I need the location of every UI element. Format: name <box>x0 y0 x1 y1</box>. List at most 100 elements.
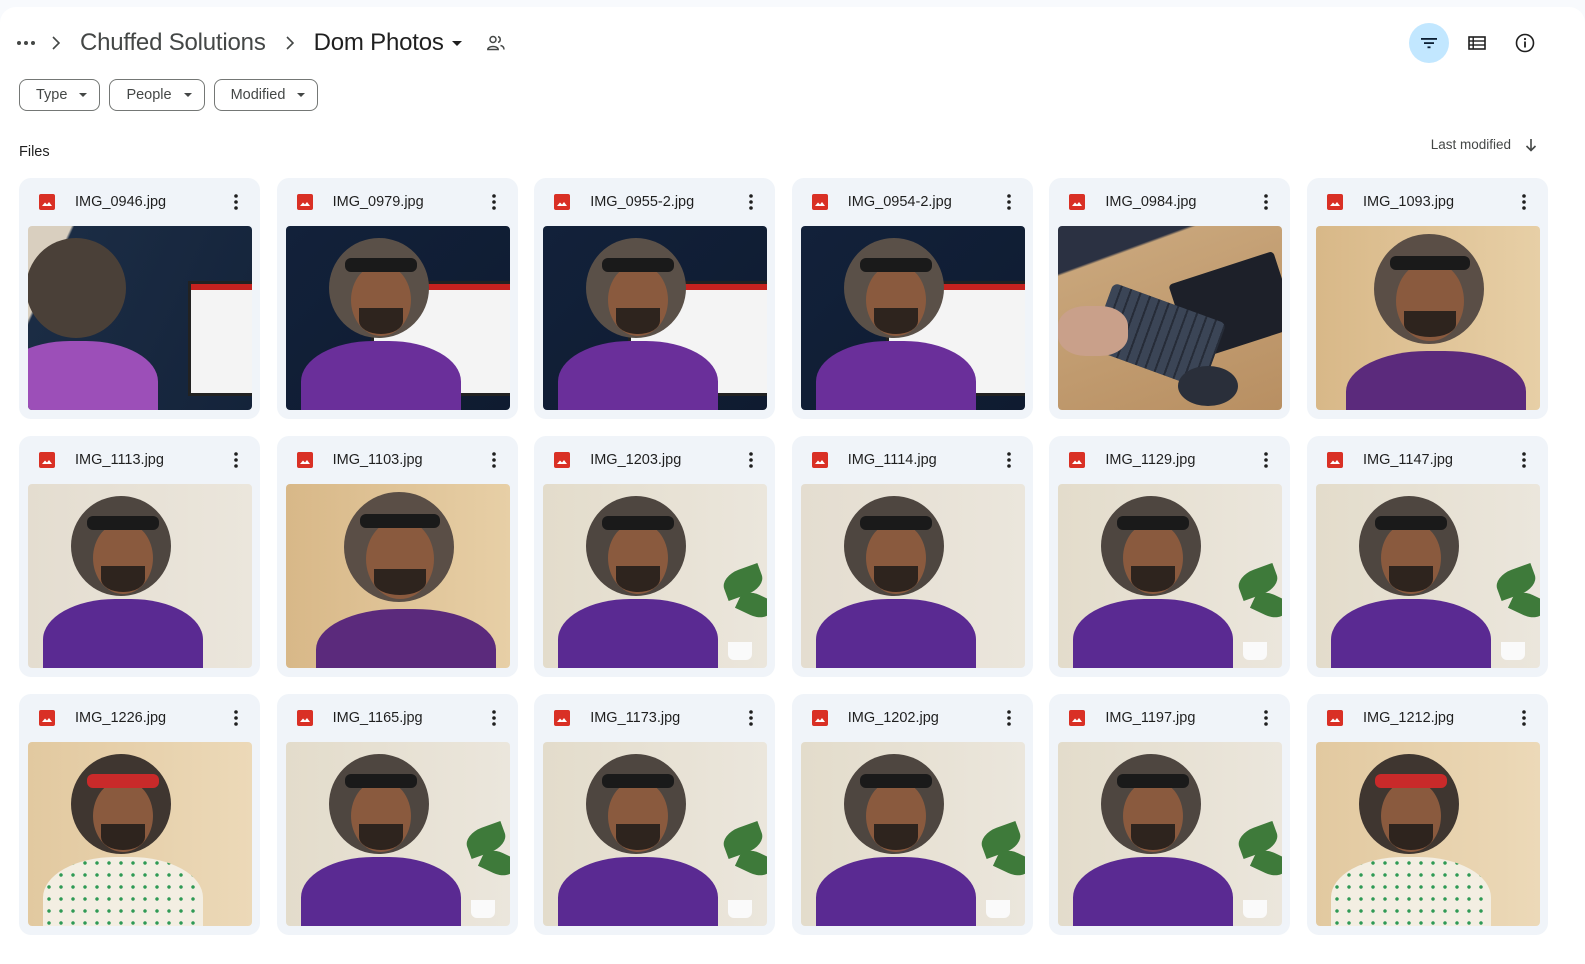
thumbnail-headband <box>1117 516 1190 530</box>
more-actions-button[interactable] <box>478 186 510 218</box>
more-vertical-icon <box>1522 194 1526 210</box>
file-name: IMG_0954-2.jpg <box>847 194 952 210</box>
thumbnail-beard <box>101 566 145 592</box>
file-card-header: IMG_1165.jpg <box>277 694 518 742</box>
file-thumbnail[interactable] <box>543 226 768 410</box>
file-thumbnail[interactable] <box>285 226 510 410</box>
file-card[interactable]: IMG_1202.jpg <box>791 694 1033 935</box>
file-thumbnail[interactable] <box>1315 484 1540 668</box>
more-vertical-icon <box>749 194 753 210</box>
file-thumbnail[interactable] <box>285 484 510 668</box>
more-actions-button[interactable] <box>735 444 767 476</box>
thumbnail-cup <box>728 642 753 660</box>
image-file-icon <box>1326 710 1343 726</box>
shared-folder-icon[interactable] <box>484 31 508 55</box>
arrow-down-icon[interactable] <box>1525 138 1537 152</box>
caret-down-icon <box>297 93 306 97</box>
image-file-icon <box>554 710 571 726</box>
thumbnail-cup <box>728 900 753 918</box>
file-name: IMG_1103.jpg <box>332 452 423 468</box>
file-thumbnail[interactable] <box>800 742 1025 926</box>
image-file-icon <box>296 452 313 468</box>
thumbnail-headband <box>87 774 159 788</box>
thumbnail-headband <box>602 258 675 272</box>
file-card-header: IMG_1129.jpg <box>1049 436 1290 484</box>
file-card[interactable]: IMG_1114.jpg <box>791 436 1033 677</box>
file-thumbnail[interactable] <box>800 484 1025 668</box>
file-card[interactable]: IMG_1113.jpg <box>19 436 260 677</box>
file-name: IMG_1197.jpg <box>1105 710 1196 726</box>
more-actions-button[interactable] <box>735 186 767 218</box>
file-thumbnail[interactable] <box>800 226 1025 410</box>
filter-people-chip[interactable]: People <box>109 79 205 111</box>
file-card[interactable]: IMG_1212.jpg <box>1306 694 1548 935</box>
file-card-header: IMG_1147.jpg <box>1307 436 1548 484</box>
file-thumbnail[interactable] <box>1315 742 1540 926</box>
thumbnail-shirt <box>1330 857 1491 926</box>
file-thumbnail[interactable] <box>28 484 252 668</box>
file-thumbnail[interactable] <box>1058 226 1283 410</box>
more-actions-button[interactable] <box>993 186 1025 218</box>
more-actions-button[interactable] <box>220 186 252 218</box>
more-actions-button[interactable] <box>1508 186 1540 218</box>
sort-button[interactable]: Last modified <box>1431 137 1537 152</box>
more-folders-button[interactable] <box>14 31 38 55</box>
current-folder-name: Dom Photos <box>313 29 444 56</box>
file-thumbnail[interactable] <box>543 484 768 668</box>
more-actions-button[interactable] <box>1250 186 1282 218</box>
thumbnail-beard <box>358 308 403 334</box>
file-thumbnail[interactable] <box>1058 742 1283 926</box>
drive-folder-view: Chuffed Solutions Dom Photos Type People… <box>0 7 1585 964</box>
thumbnail-shirt <box>43 857 203 926</box>
file-thumbnail[interactable] <box>543 742 768 926</box>
file-card[interactable]: IMG_1173.jpg <box>534 694 776 935</box>
more-actions-button[interactable] <box>735 702 767 734</box>
file-card[interactable]: IMG_1129.jpg <box>1049 436 1291 677</box>
file-card-header: IMG_0979.jpg <box>277 178 518 226</box>
file-card[interactable]: IMG_1093.jpg <box>1306 178 1548 419</box>
list-layout-button[interactable] <box>1457 23 1497 63</box>
thumbnail-cup <box>1243 642 1268 660</box>
thumbnail-mouse <box>1178 366 1239 406</box>
more-actions-button[interactable] <box>1250 702 1282 734</box>
more-vertical-icon <box>234 194 238 210</box>
more-actions-button[interactable] <box>478 444 510 476</box>
more-actions-button[interactable] <box>1508 444 1540 476</box>
file-name: IMG_1147.jpg <box>1362 452 1453 468</box>
file-card[interactable]: IMG_1147.jpg <box>1306 436 1548 677</box>
file-card[interactable]: IMG_1226.jpg <box>19 694 260 935</box>
file-card[interactable]: IMG_1165.jpg <box>276 694 518 935</box>
file-thumbnail[interactable] <box>1315 226 1540 410</box>
file-card[interactable]: IMG_0954-2.jpg <box>791 178 1033 419</box>
file-card[interactable]: IMG_0955-2.jpg <box>534 178 776 419</box>
more-actions-button[interactable] <box>478 702 510 734</box>
files-section-heading: Files <box>19 144 50 160</box>
file-name: IMG_1114.jpg <box>847 452 937 468</box>
breadcrumb-parent-folder[interactable]: Chuffed Solutions <box>74 29 272 57</box>
file-card[interactable]: IMG_1197.jpg <box>1049 694 1291 935</box>
thumbnail-beard <box>873 824 918 850</box>
file-card[interactable]: IMG_0984.jpg <box>1049 178 1291 419</box>
current-folder-menu-button[interactable]: Dom Photos <box>308 29 468 57</box>
view-details-button[interactable] <box>1505 23 1545 63</box>
more-actions-button[interactable] <box>220 444 252 476</box>
file-thumbnail[interactable] <box>28 742 252 926</box>
more-actions-button[interactable] <box>1508 702 1540 734</box>
file-card[interactable]: IMG_1203.jpg <box>534 436 776 677</box>
more-actions-button[interactable] <box>220 702 252 734</box>
file-card[interactable]: IMG_0946.jpg <box>19 178 260 419</box>
filter-modified-chip[interactable]: Modified <box>213 79 319 111</box>
more-actions-button[interactable] <box>993 702 1025 734</box>
more-actions-button[interactable] <box>1250 444 1282 476</box>
file-thumbnail[interactable] <box>285 742 510 926</box>
more-actions-button[interactable] <box>993 444 1025 476</box>
file-thumbnail[interactable] <box>28 226 252 410</box>
file-card[interactable]: IMG_0979.jpg <box>276 178 518 419</box>
filter-type-chip[interactable]: Type <box>19 79 101 111</box>
toggle-filters-button[interactable] <box>1409 23 1449 63</box>
file-card[interactable]: IMG_1103.jpg <box>276 436 518 677</box>
thumbnail-beard <box>873 308 918 334</box>
chevron-right-icon <box>272 36 308 50</box>
file-thumbnail[interactable] <box>1058 484 1283 668</box>
more-vertical-icon <box>749 710 753 726</box>
